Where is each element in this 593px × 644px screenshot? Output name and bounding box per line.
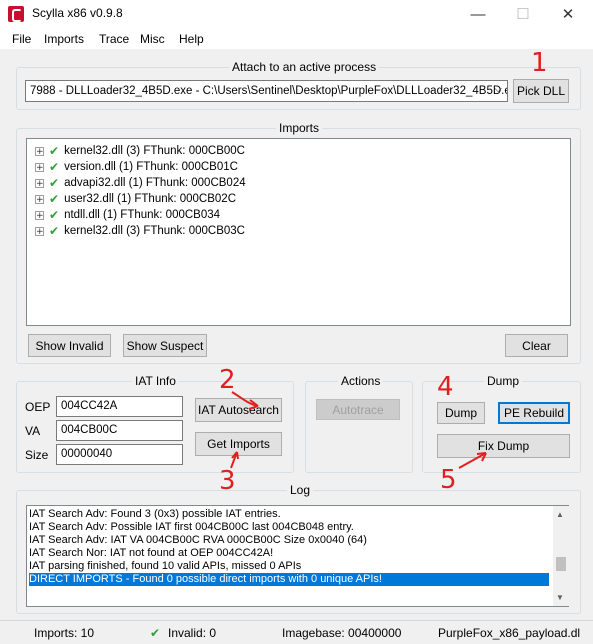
menu-bar: File Imports Trace Misc Help <box>0 28 593 50</box>
expand-icon[interactable]: + <box>35 210 44 220</box>
size-label: Size <box>25 448 49 462</box>
status-imagebase: Imagebase: 00400000 <box>282 626 402 640</box>
log-line[interactable]: IAT Search Adv: Possible IAT first 004CB… <box>29 521 354 534</box>
attach-group: Attach to an active process 7988 - DLLLo… <box>16 60 581 110</box>
expand-icon[interactable]: + <box>35 162 44 172</box>
process-select[interactable]: 7988 - DLLLoader32_4B5D.exe - C:\Users\S… <box>25 80 508 102</box>
size-field[interactable]: 00000040 <box>56 444 183 465</box>
actions-label: Actions <box>338 374 384 388</box>
chevron-down-icon: ⌵ <box>494 84 502 95</box>
valid-check-icon: ✔ <box>49 160 60 174</box>
arrow-3-icon <box>230 451 239 469</box>
valid-check-icon: ✔ <box>49 224 60 238</box>
menu-misc[interactable]: Misc <box>140 32 165 46</box>
arrow-2-icon <box>231 391 259 410</box>
imports-group-label: Imports <box>276 121 323 135</box>
log-line[interactable]: IAT Search Adv: IAT VA 004CB00C RVA 000C… <box>29 534 367 547</box>
import-module-row[interactable]: + ✔ version.dll (1) FThunk: 000CB01C <box>35 159 238 175</box>
annotation-4: 4 <box>437 372 454 402</box>
import-module-row[interactable]: + ✔ advapi32.dll (1) FThunk: 000CB024 <box>35 175 246 191</box>
log-scrollbar[interactable]: ▲ ▼ <box>553 506 569 606</box>
scroll-up-icon[interactable]: ▲ <box>556 510 564 519</box>
scylla-app-icon <box>8 6 24 22</box>
scroll-thumb[interactable] <box>556 557 566 571</box>
minimize-button[interactable]: — <box>455 0 501 28</box>
status-bar: Imports: 10 ✔ Invalid: 0 Imagebase: 0040… <box>0 620 593 644</box>
actions-group: Actions Autotrace <box>305 374 413 473</box>
show-suspect-button[interactable]: Show Suspect <box>123 334 207 357</box>
valid-check-icon: ✔ <box>49 176 60 190</box>
log-label: Log <box>287 483 314 497</box>
va-label: VA <box>25 424 41 438</box>
valid-check-icon: ✔ <box>49 192 60 206</box>
import-module-row[interactable]: + ✔ ntdll.dll (1) FThunk: 000CB034 <box>35 207 220 223</box>
attach-group-label: Attach to an active process <box>229 60 380 74</box>
iat-info-label: IAT Info <box>132 374 179 388</box>
maximize-button[interactable]: ☐ <box>500 0 546 28</box>
log-list[interactable]: IAT Search Adv: Found 3 (0x3) possible I… <box>26 505 569 607</box>
oep-label: OEP <box>25 400 51 414</box>
import-module-row[interactable]: + ✔ kernel32.dll (3) FThunk: 000CB03C <box>35 223 245 239</box>
title-bar: Scylla x86 v0.9.8 — ☐ ✕ <box>0 0 593 28</box>
status-invalid: Invalid: 0 <box>168 626 217 640</box>
expand-icon[interactable]: + <box>35 226 44 236</box>
oep-field[interactable]: 004CC42A <box>56 396 183 417</box>
arrow-5-icon <box>458 452 487 469</box>
autotrace-button[interactable]: Autotrace <box>316 399 400 420</box>
menu-help[interactable]: Help <box>179 32 204 46</box>
import-module-row[interactable]: + ✔ kernel32.dll (3) FThunk: 000CB00C <box>35 143 245 159</box>
clear-button[interactable]: Clear <box>505 334 568 357</box>
status-imports: Imports: 10 <box>34 626 95 640</box>
show-invalid-button[interactable]: Show Invalid <box>28 334 111 357</box>
expand-icon[interactable]: + <box>35 178 44 188</box>
pick-dll-button[interactable]: Pick DLL <box>513 79 569 103</box>
menu-file[interactable]: File <box>12 32 31 46</box>
status-module: PurpleFox_x86_payload.dl <box>438 626 581 640</box>
valid-check-icon: ✔ <box>49 208 60 222</box>
expand-icon[interactable]: + <box>35 146 44 156</box>
log-line[interactable]: IAT Search Nor: IAT not found at OEP 004… <box>29 547 273 560</box>
dump-button[interactable]: Dump <box>437 402 485 424</box>
pe-rebuild-button[interactable]: PE Rebuild <box>498 402 570 424</box>
imports-group: Imports + ✔ kernel32.dll (3) FThunk: 000CB… <box>16 121 581 364</box>
log-group: Log IAT Search Adv: Found 3 (0x3) possib… <box>16 483 581 614</box>
log-line[interactable]: IAT parsing finished, found 10 valid API… <box>29 560 301 573</box>
menu-trace[interactable]: Trace <box>99 32 129 46</box>
valid-check-icon: ✔ <box>49 144 60 158</box>
close-button[interactable]: ✕ <box>545 0 591 28</box>
valid-check-icon: ✔ <box>150 626 161 640</box>
log-line[interactable]: IAT Search Adv: Found 3 (0x3) possible I… <box>29 508 281 521</box>
import-module-row[interactable]: + ✔ user32.dll (1) FThunk: 000CB02C <box>35 191 236 207</box>
log-line-selected[interactable]: DIRECT IMPORTS - Found 0 possible direct… <box>29 573 549 586</box>
annotation-1: 1 <box>531 48 548 78</box>
expand-icon[interactable]: + <box>35 194 44 204</box>
dump-label: Dump <box>484 374 523 388</box>
process-select-value: 7988 - DLLLoader32_4B5D.exe - C:\Users\S… <box>30 85 508 97</box>
menu-imports[interactable]: Imports <box>44 32 84 46</box>
scroll-down-icon[interactable]: ▼ <box>556 593 564 602</box>
imports-tree[interactable]: + ✔ kernel32.dll (3) FThunk: 000CB00C + ✔ ve… <box>26 138 571 326</box>
va-field[interactable]: 004CB00C <box>56 420 183 441</box>
window-title: Scylla x86 v0.9.8 <box>32 6 123 20</box>
